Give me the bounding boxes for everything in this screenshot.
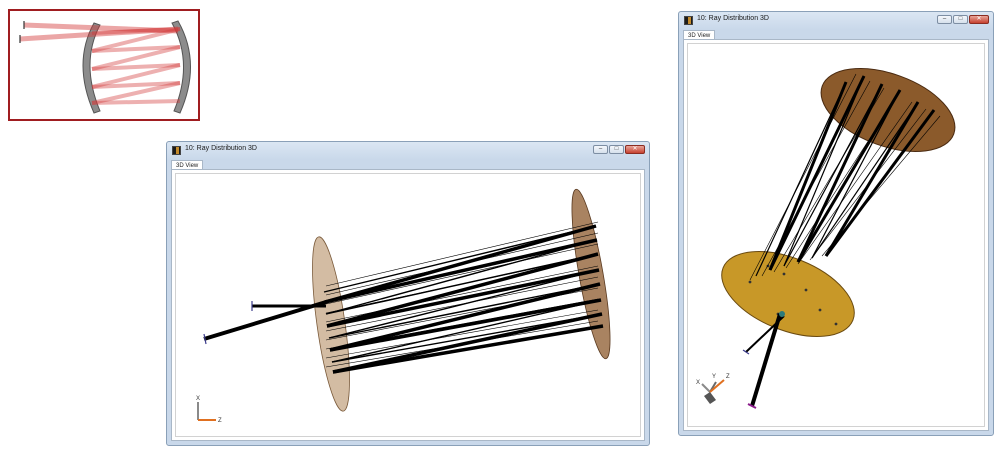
3d-viewport[interactable]: XZ xyxy=(175,173,641,437)
hole-marker xyxy=(804,288,808,292)
axis-y-label: Y xyxy=(712,374,716,380)
title-bar[interactable]: 10: Ray Distribution 3D – □ ✕ xyxy=(167,142,649,160)
preview-thumbnail xyxy=(8,9,200,121)
hole-marker xyxy=(818,308,822,312)
ray-distribution-window-1: 10: Ray Distribution 3D – □ ✕ 3D View XZ xyxy=(166,141,650,446)
axis-z-label: Z xyxy=(218,418,222,424)
ray-layout-drawing[interactable]: XZ xyxy=(176,174,642,438)
bottom-mirror xyxy=(721,251,855,337)
maximize-button[interactable]: □ xyxy=(609,145,624,154)
ray xyxy=(773,87,885,273)
app-icon xyxy=(172,146,181,155)
3d-viewport[interactable]: X Y Z xyxy=(687,43,985,427)
title-bar[interactable]: 10: Ray Distribution 3D – □ ✕ xyxy=(679,12,993,30)
ray-distribution-window-2: 10: Ray Distribution 3D – □ ✕ 3D View XY… xyxy=(678,11,994,436)
window-title: 10: Ray Distribution 3D xyxy=(185,145,257,152)
close-button[interactable]: ✕ xyxy=(969,15,989,24)
minimize-button[interactable]: – xyxy=(593,145,608,154)
hole-marker xyxy=(834,322,838,326)
hole-marker xyxy=(782,272,786,276)
input-beam xyxy=(750,313,782,407)
ray-layout-drawing[interactable]: X Y Z xyxy=(688,44,986,428)
axis-z-label: Z xyxy=(726,374,730,380)
maximize-button[interactable]: □ xyxy=(953,15,968,24)
axis-x-label: X xyxy=(196,396,200,402)
window-client: XZ xyxy=(171,169,645,441)
axis-x-line xyxy=(701,383,711,393)
window-client: X Y Z xyxy=(683,39,989,431)
axis-x-label: X xyxy=(696,380,700,386)
preview-ray-drawing xyxy=(19,20,191,114)
input-beam xyxy=(203,300,327,341)
minimize-button[interactable]: – xyxy=(937,15,952,24)
ray xyxy=(91,99,181,105)
axis-origin xyxy=(704,392,716,404)
window-title: 10: Ray Distribution 3D xyxy=(697,15,769,22)
hole-marker xyxy=(748,280,752,284)
axis-z-line xyxy=(709,379,725,393)
focus-marker xyxy=(779,311,785,317)
close-button[interactable]: ✕ xyxy=(625,145,645,154)
app-icon xyxy=(684,16,693,25)
